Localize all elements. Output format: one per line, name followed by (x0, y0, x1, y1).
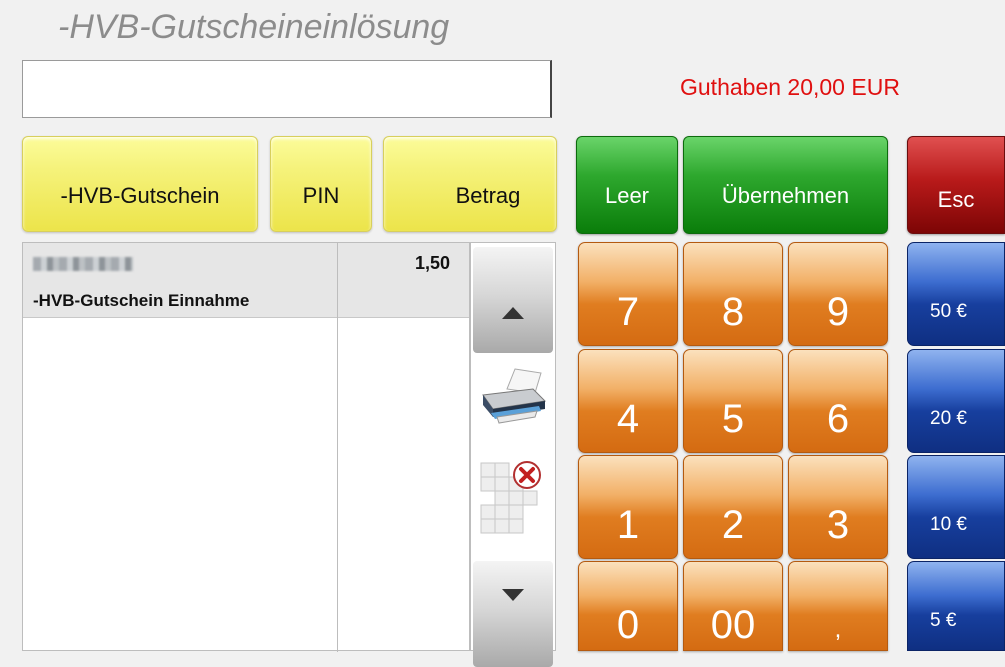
triangle-down-icon (502, 589, 524, 601)
amount-20-button[interactable]: 20 € (907, 349, 1005, 453)
amount-10-button[interactable]: 10 € (907, 455, 1005, 559)
apply-button[interactable]: Übernehmen (683, 136, 888, 234)
printer-icon[interactable] (477, 365, 549, 431)
key-9[interactable]: 9 (788, 242, 888, 346)
blurred-code (33, 257, 133, 271)
balance-label: Guthaben 20,00 EUR (680, 74, 900, 100)
key-7[interactable]: 7 (578, 242, 678, 346)
voucher-mode-button[interactable]: -HVB-Gutschein (22, 136, 258, 232)
key-1[interactable]: 1 (578, 455, 678, 559)
key-3[interactable]: 3 (788, 455, 888, 559)
voucher-input[interactable] (22, 60, 552, 118)
list-item-name: -HVB-Gutschein Einnahme (33, 291, 250, 310)
column-divider (337, 243, 338, 652)
amount-50-button[interactable]: 50 € (907, 242, 1005, 346)
list-item-price: 1,50 (415, 253, 451, 273)
key-6[interactable]: 6 (788, 349, 888, 453)
grid-delete-icon[interactable] (477, 453, 549, 539)
key-00[interactable]: 00 (683, 561, 783, 651)
esc-button[interactable]: Esc (907, 136, 1005, 234)
list-item[interactable]: -HVB-Gutschein Einnahme 1,50 (23, 243, 469, 318)
amount-5-button[interactable]: 5 € (907, 561, 1005, 651)
amount-button[interactable]: Betrag (383, 136, 557, 232)
key-0[interactable]: 0 (578, 561, 678, 651)
scroll-up-button[interactable] (473, 247, 553, 353)
key-4[interactable]: 4 (578, 349, 678, 453)
pin-button[interactable]: PIN (270, 136, 372, 232)
list-controls (470, 242, 556, 667)
clear-button[interactable]: Leer (576, 136, 678, 234)
triangle-up-icon (502, 307, 524, 319)
scroll-down-button[interactable] (473, 561, 553, 667)
key-2[interactable]: 2 (683, 455, 783, 559)
transaction-list: -HVB-Gutschein Einnahme 1,50 (22, 242, 470, 652)
page-title: -HVB-Gutscheineinlösung (58, 8, 450, 46)
key-comma[interactable]: , (788, 561, 888, 651)
key-8[interactable]: 8 (683, 242, 783, 346)
key-5[interactable]: 5 (683, 349, 783, 453)
